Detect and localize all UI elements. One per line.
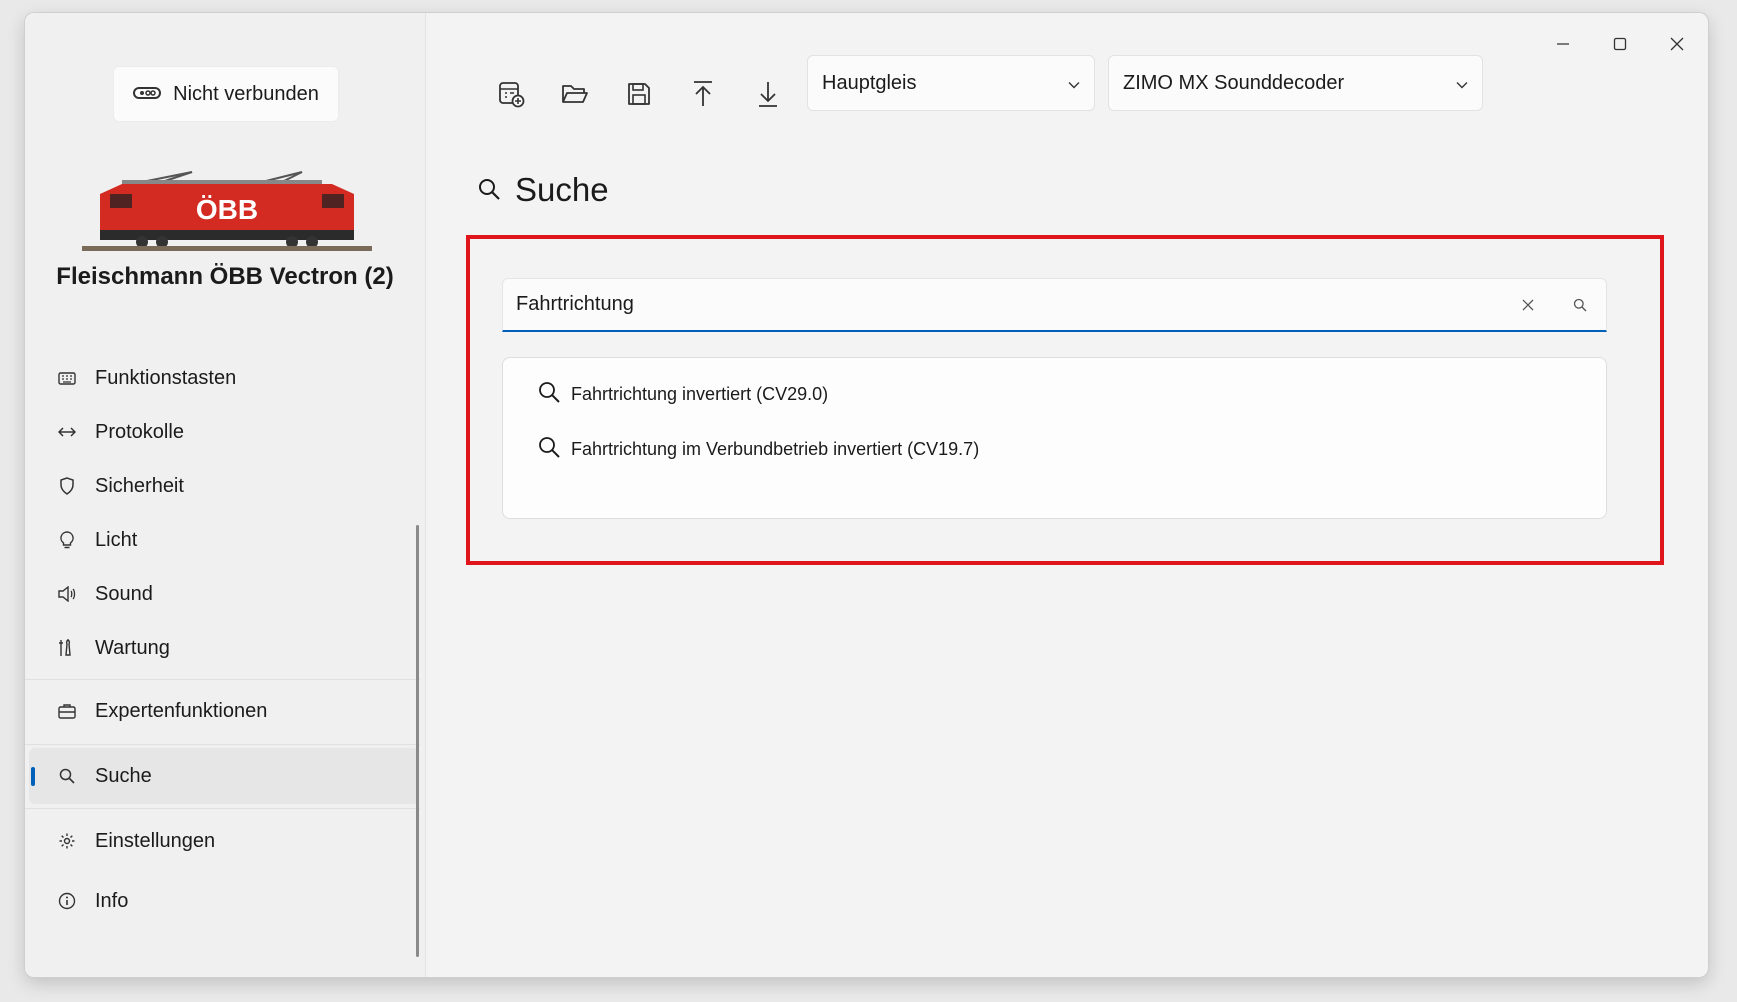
decoder-select-value: ZIMO MX Sounddecoder: [1123, 71, 1345, 94]
sidebar-item-label: Protokolle: [95, 420, 184, 443]
open-folder-icon: [561, 82, 589, 111]
upload-icon: [691, 80, 715, 113]
loco-logo-text: ÖBB: [196, 194, 258, 225]
shield-icon: [55, 477, 79, 495]
search-icon: [537, 380, 561, 409]
search-icon: [477, 171, 501, 209]
search-box[interactable]: [502, 278, 1607, 332]
new-file-icon: [497, 80, 525, 113]
search-icon: [537, 435, 561, 464]
loco-name: Fleischmann ÖBB Vectron (2): [56, 263, 394, 290]
new-file-button[interactable]: [486, 71, 536, 121]
connection-label: Nicht verbunden: [173, 82, 319, 105]
chevron-down-icon: [1068, 72, 1080, 95]
sidebar-item-label: Licht: [95, 528, 138, 551]
clear-icon[interactable]: [1502, 279, 1554, 330]
sidebar-item-protokolle[interactable]: Protokolle: [29, 404, 419, 460]
sidebar-item-suche[interactable]: Suche: [29, 748, 419, 804]
search-icon: [55, 768, 79, 784]
sidebar-item-label: Funktionstasten: [95, 366, 237, 389]
arrows-left-right-icon: [55, 426, 79, 438]
gear-icon: [55, 832, 79, 850]
search-input[interactable]: [503, 292, 1502, 317]
info-icon: [55, 892, 79, 910]
page-title-text: Suche: [515, 171, 609, 208]
chevron-down-icon: [1456, 72, 1468, 95]
save-icon: [626, 81, 652, 112]
sidebar-item-funktionstasten[interactable]: Funktionstasten: [29, 350, 419, 406]
track-select-value: Hauptgleis: [822, 71, 917, 94]
toolbox-icon: [55, 703, 79, 719]
locomotive-image: ÖBB: [82, 170, 372, 256]
connection-icon: [133, 83, 162, 106]
lightbulb-icon: [55, 531, 79, 549]
sidebar-item-label: Suche: [95, 764, 152, 787]
save-button[interactable]: [614, 71, 664, 121]
keyboard-icon: [55, 370, 79, 386]
close-button[interactable]: [1660, 27, 1694, 61]
download-button[interactable]: [743, 71, 793, 121]
result-label: Fahrtrichtung im Verbundbetrieb invertie…: [571, 438, 980, 459]
sidebar-item-info[interactable]: Info: [29, 873, 419, 929]
divider: [25, 744, 420, 745]
search-results: Fahrtrichtung invertiert (CV29.0) Fahrtr…: [502, 357, 1607, 519]
result-label: Fahrtrichtung invertiert (CV29.0): [571, 383, 829, 404]
search-icon[interactable]: [1554, 279, 1606, 330]
divider: [25, 808, 420, 809]
list-item[interactable]: Fahrtrichtung invertiert (CV29.0): [537, 374, 828, 414]
sidebar: Nicht verbunden ÖBB Fleischmann ÖBB Vect…: [25, 13, 426, 977]
sidebar-item-einstellungen[interactable]: Einstellungen: [29, 813, 419, 869]
maximize-button[interactable]: [1603, 27, 1637, 61]
wrench-icon: [55, 639, 79, 657]
track-select[interactable]: Hauptgleis: [807, 55, 1095, 111]
sidebar-item-expertenfunktionen[interactable]: Expertenfunktionen: [29, 683, 419, 739]
sidebar-item-sicherheit[interactable]: Sicherheit: [29, 458, 419, 514]
open-folder-button[interactable]: [550, 71, 600, 121]
list-item[interactable]: Fahrtrichtung im Verbundbetrieb invertie…: [537, 429, 979, 469]
sidebar-item-label: Sicherheit: [95, 474, 184, 497]
sidebar-item-sound[interactable]: Sound: [29, 566, 419, 622]
connection-button[interactable]: Nicht verbunden: [113, 66, 339, 122]
sidebar-item-label: Expertenfunktionen: [95, 699, 268, 722]
sidebar-scrollbar[interactable]: [416, 525, 419, 957]
divider: [25, 679, 420, 680]
download-icon: [756, 80, 780, 113]
minimize-button[interactable]: [1546, 27, 1580, 61]
sidebar-item-licht[interactable]: Licht: [29, 512, 419, 568]
sidebar-item-label: Info: [95, 889, 129, 912]
sidebar-item-wartung[interactable]: Wartung: [29, 620, 419, 676]
app-window: Nicht verbunden ÖBB Fleischmann ÖBB Vect…: [25, 13, 1708, 977]
sidebar-item-label: Sound: [95, 582, 153, 605]
sidebar-item-label: Wartung: [95, 636, 170, 659]
upload-button[interactable]: [678, 71, 728, 121]
speaker-icon: [55, 586, 79, 602]
page-title: Suche: [477, 171, 609, 209]
sidebar-item-label: Einstellungen: [95, 829, 216, 852]
decoder-select[interactable]: ZIMO MX Sounddecoder: [1108, 55, 1483, 111]
